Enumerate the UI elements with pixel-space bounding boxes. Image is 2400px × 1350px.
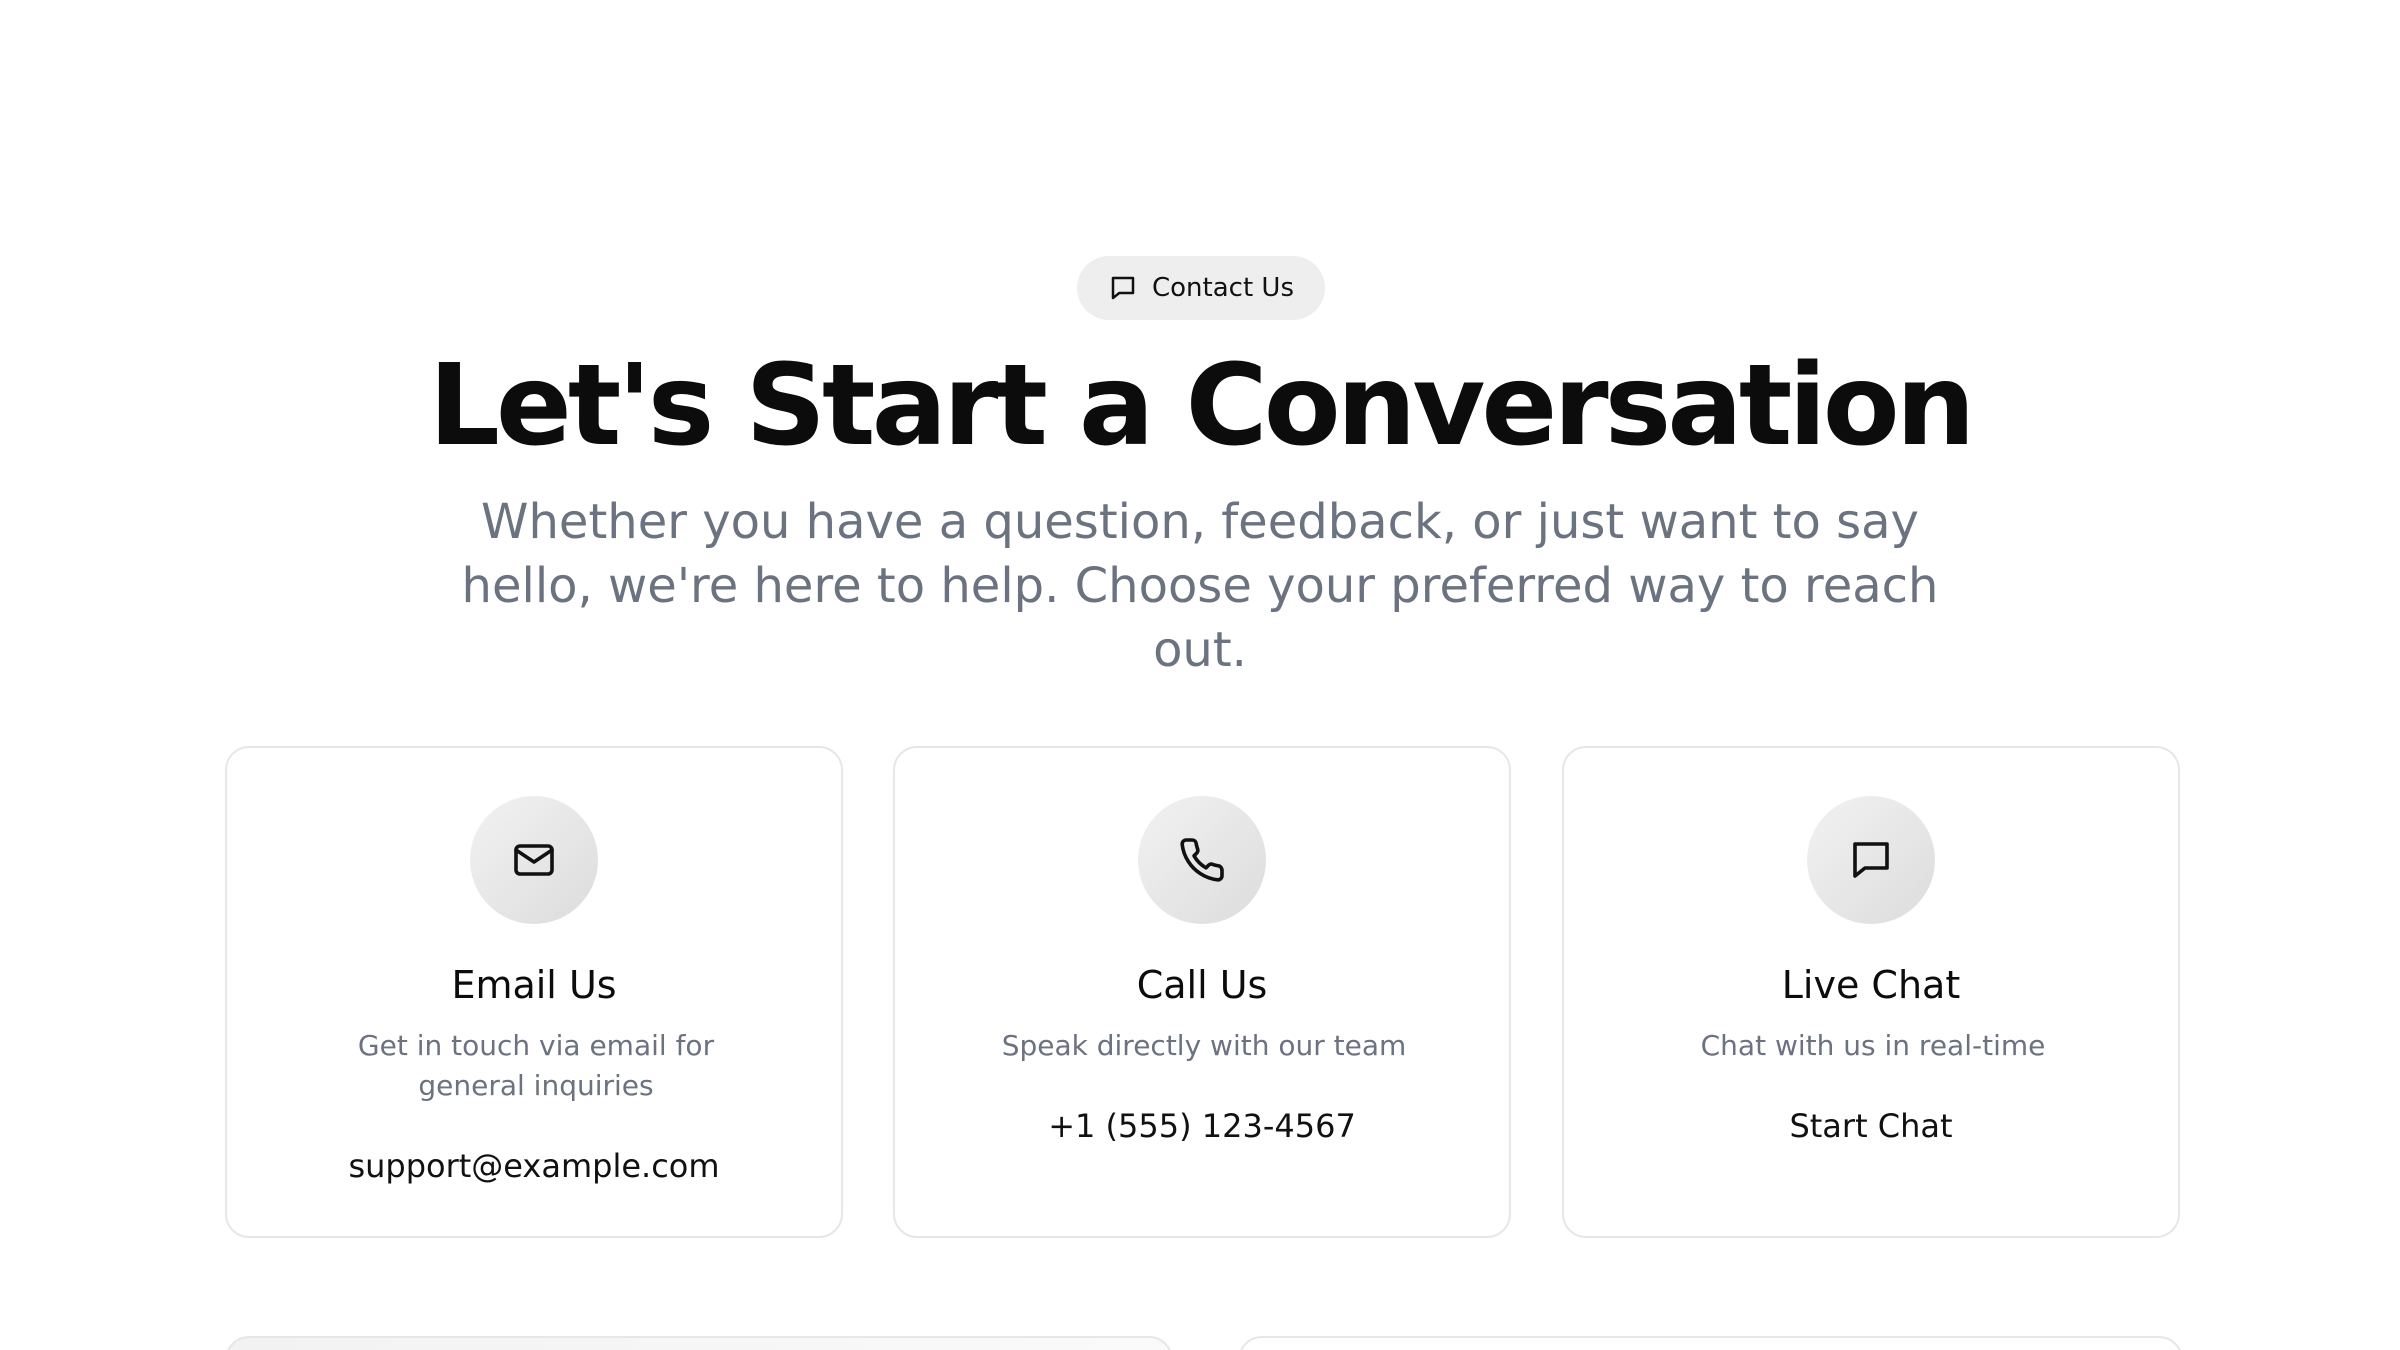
contact-us-badge: Contact Us — [1077, 256, 1325, 320]
phone-icon — [1178, 836, 1226, 884]
call-card-description: Speak directly with our team — [1001, 1029, 1407, 1062]
phone-icon-circle — [1138, 796, 1266, 924]
lower-left-panel — [225, 1336, 1173, 1350]
mail-icon — [510, 836, 558, 884]
page-subtitle: Whether you have a question, feedback, o… — [461, 494, 1939, 678]
live-chat-card-title: Live Chat — [1781, 963, 1961, 1007]
lower-right-panel — [1238, 1336, 2183, 1350]
page-title: Let's Start a Conversation — [428, 341, 1976, 471]
call-card-title: Call Us — [1136, 963, 1268, 1007]
chat-bubble-icon — [1847, 836, 1895, 884]
contact-page: Contact Us Let's Start a Conversation Wh… — [0, 0, 2400, 1350]
email-card-description: Get in touch via email for general inqui… — [357, 1029, 715, 1102]
call-card: Call Us Speak directly with our team +1 … — [893, 746, 1511, 1238]
email-card: Email Us Get in touch via email for gene… — [225, 746, 843, 1238]
badge-label: Contact Us — [1152, 273, 1294, 303]
email-icon-circle — [470, 796, 598, 924]
contact-methods: Email Us Get in touch via email for gene… — [225, 746, 2180, 1240]
chat-bubble-icon — [1108, 273, 1138, 303]
live-chat-card-description: Chat with us in real-time — [1700, 1029, 2046, 1062]
live-chat-card: Live Chat Chat with us in real-time Star… — [1562, 746, 2180, 1238]
start-chat-link[interactable]: Start Chat — [1564, 1104, 2178, 1148]
email-card-title: Email Us — [451, 963, 617, 1007]
chat-icon-circle — [1807, 796, 1935, 924]
phone-link[interactable]: +1 (555) 123-4567 — [895, 1104, 1509, 1148]
email-link[interactable]: support@example.com — [227, 1144, 841, 1188]
